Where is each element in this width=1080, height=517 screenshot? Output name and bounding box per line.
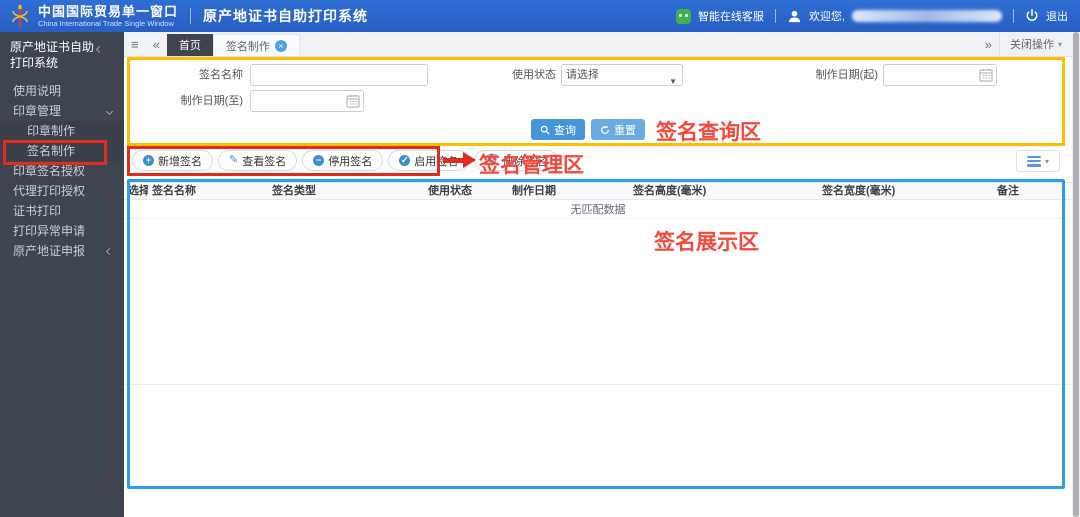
scroll-tabs-left-icon[interactable]: « (153, 37, 160, 52)
logo-title: 中国国际贸易单一窗口 (38, 3, 179, 19)
tab-home[interactable]: 首页 (166, 34, 213, 56)
status-label: 使用状态 (512, 69, 556, 81)
date-from-field (883, 64, 997, 86)
chevron-left-icon (95, 45, 104, 54)
date-to-label: 制作日期(至) (180, 95, 243, 107)
logo: 中国国际贸易单一窗口 China International Trade Sin… (0, 4, 178, 28)
reset-button[interactable]: 重置 (591, 119, 645, 140)
plus-circle-icon: + (143, 155, 154, 166)
app-title: 原产地证书自助打印系统 (203, 8, 369, 24)
search-button[interactable]: 查询 (531, 119, 585, 140)
add-signature-button[interactable]: + 新增签名 (132, 150, 213, 171)
header-separator (1013, 9, 1014, 23)
header-right: 智能在线客服 欢迎您, 退出 (675, 8, 1080, 24)
tab-strip: ≡ « 首页 签名制作 × » 关闭操作 ▾ (124, 32, 1072, 57)
pencil-icon: ✎ (229, 154, 239, 166)
vertical-scrollbar[interactable] (1072, 32, 1080, 517)
date-to-field (250, 90, 364, 112)
search-icon (540, 125, 550, 134)
view-signature-button[interactable]: ✎ 查看签名 (218, 150, 298, 171)
caret-down-icon: ▾ (1044, 156, 1049, 166)
single-window-logo-icon (12, 4, 28, 27)
online-service-icon (675, 8, 691, 24)
col-remarks: 备注 (997, 185, 1019, 197)
calendar-icon[interactable] (346, 94, 360, 108)
scrollbar-thumb[interactable] (1073, 32, 1079, 517)
close-operations-dropdown[interactable]: 关闭操作 ▾ (998, 32, 1072, 56)
sidebar-item-agent-print-auth[interactable]: 代理打印授权 (0, 181, 124, 201)
power-icon[interactable] (1025, 9, 1039, 23)
redacted-username (852, 10, 1002, 22)
reset-icon (601, 125, 609, 134)
check-circle-icon: ✓ (399, 155, 411, 166)
delete-signature-button[interactable]: 🗑 删除签名 (474, 150, 559, 171)
logout-button[interactable]: 退出 (1046, 8, 1068, 24)
online-service-link[interactable]: 智能在线客服 (698, 8, 764, 24)
table-header-row: 选择 签名名称 签名类型 使用状态 制作日期 签名高度(毫米) 签名宽度(毫米)… (124, 182, 1072, 200)
chevron-down-icon (105, 107, 114, 115)
col-select: 选择 (128, 185, 148, 197)
header-separator (774, 9, 776, 23)
logo-subtitle: China International Trade Single Window (38, 18, 174, 28)
tab-close-icon[interactable]: × (274, 39, 287, 52)
calendar-icon[interactable] (979, 68, 993, 82)
scroll-tabs-right-icon[interactable]: » (985, 37, 992, 52)
sidebar-item-cert-print[interactable]: 证书打印 (0, 201, 124, 221)
trash-icon: 🗑 (485, 154, 500, 166)
col-status: 使用状态 (428, 185, 472, 197)
user-icon (788, 10, 801, 22)
sidebar-item-seal-signature-auth[interactable]: 印章签名授权 (0, 161, 124, 181)
sidebar: 原产地证书自助打印系统 使用说明 印章管理 印章制作 签名制作 印章签名授权 代… (0, 32, 124, 517)
minus-circle-icon: − (313, 155, 325, 166)
col-signature-name: 签名名称 (152, 185, 196, 197)
welcome-text: 欢迎您, (808, 11, 845, 23)
col-signature-type: 签名类型 (272, 185, 316, 197)
sidebar-item-usage-notes[interactable]: 使用说明 (0, 81, 124, 101)
date-from-label: 制作日期(起) (815, 69, 878, 81)
table-empty-row: 无匹配数据 (124, 201, 1072, 219)
caret-down-icon: ▼ (669, 77, 677, 86)
sidebar-item-signature-making[interactable]: 签名制作 (0, 141, 124, 161)
menu-toggle-icon[interactable]: ≡ (131, 37, 139, 52)
status-select[interactable]: 请选择 ▼ (561, 64, 683, 86)
tab-signature-making[interactable]: 签名制作 × (212, 34, 300, 56)
sidebar-item-seal-making[interactable]: 印章制作 (0, 121, 124, 141)
column-settings-button[interactable]: ▾ (1016, 150, 1060, 172)
page-root: 中国国际贸易单一窗口 China International Trade Sin… (0, 0, 1080, 517)
table-bottom-border (124, 384, 1072, 385)
sidebar-item-origin-cert-declare[interactable]: 原产地证申报 (0, 241, 124, 261)
sidebar-item-print-exception[interactable]: 打印异常申请 (0, 221, 124, 241)
app-header: 中国国际贸易单一窗口 China International Trade Sin… (0, 0, 1080, 32)
sidebar-item-seal-management[interactable]: 印章管理 (0, 101, 124, 121)
col-signature-width: 签名宽度(毫米) (822, 185, 896, 197)
signature-name-label: 签名名称 (199, 69, 243, 81)
col-signature-height: 签名高度(毫米) (633, 185, 707, 197)
main-panel: 签名名称 使用状态 请选择 ▼ 制作日期(起) 制作日期(至) 查询 重置 + … (124, 57, 1072, 517)
list-icon (1026, 155, 1041, 167)
caret-down-icon: ▾ (1057, 39, 1062, 49)
sidebar-title[interactable]: 原产地证书自助打印系统 (0, 32, 124, 79)
col-create-date: 制作日期 (512, 185, 556, 197)
chevron-left-icon (105, 247, 114, 255)
signature-name-input[interactable] (250, 64, 428, 86)
enable-signature-button[interactable]: ✓ 启用签名 (388, 150, 470, 171)
header-divider (190, 8, 192, 24)
signature-toolbar: + 新增签名 ✎ 查看签名 − 停用签名 ✓ 启用签名 🗑 删除签名 (132, 150, 559, 171)
disable-signature-button[interactable]: − 停用签名 (302, 150, 384, 171)
